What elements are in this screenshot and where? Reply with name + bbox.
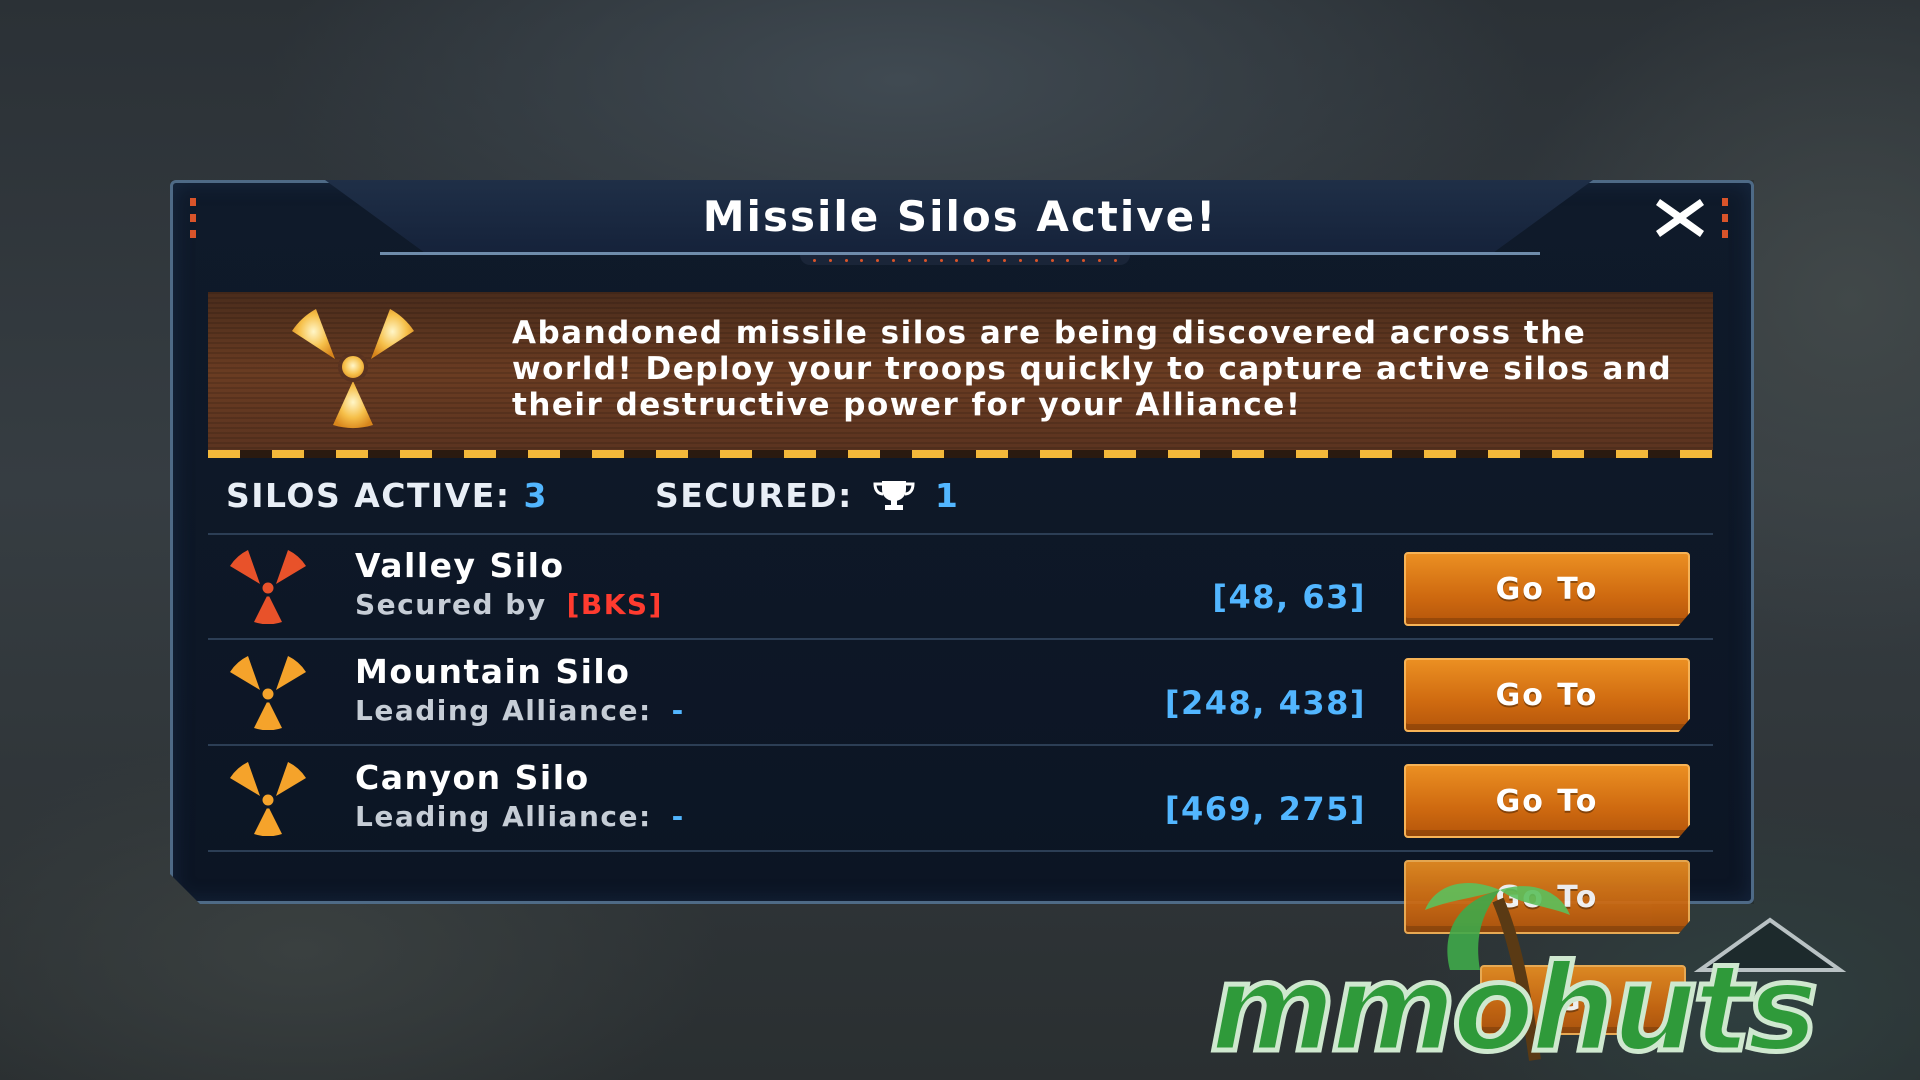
radiation-icon <box>230 762 306 836</box>
close-x-icon <box>1656 199 1704 237</box>
silo-status-label: Leading Alliance: <box>355 800 652 833</box>
hazard-stripe <box>208 450 1713 458</box>
silos-active-label: SILOS ACTIVE: <box>226 476 511 515</box>
close-button[interactable] <box>1650 190 1710 246</box>
title-dots <box>800 255 1130 265</box>
silos-active-value: 3 <box>523 476 548 515</box>
radiation-icon <box>230 656 306 730</box>
divider <box>208 533 1713 535</box>
silo-coordinates[interactable]: [469, 275] <box>1165 790 1366 828</box>
silo-name: Canyon Silo <box>355 758 590 797</box>
corner-dots-left <box>190 198 196 238</box>
banner-description: Abandoned missile silos are being discov… <box>512 315 1673 423</box>
silo-status-label: Secured by <box>355 588 547 621</box>
secured-stat: SECURED: 1 <box>655 476 959 515</box>
silo-status: Leading Alliance: - <box>355 694 685 727</box>
corner-dots-right <box>1722 198 1728 238</box>
silo-status-label: Leading Alliance: <box>355 694 652 727</box>
silo-leading-alliance: - <box>671 800 685 833</box>
svg-text:mmohuts: mmohuts <box>1210 940 1815 1079</box>
silo-coordinates[interactable]: [248, 438] <box>1165 684 1366 722</box>
mmohuts-logo: mmohuts <box>1208 882 1847 1080</box>
go-to-button[interactable]: Go To <box>1404 764 1690 838</box>
divider <box>208 744 1713 746</box>
silo-name: Valley Silo <box>355 546 565 585</box>
dialog-title: Missile Silos Active! <box>702 192 1218 241</box>
silo-status: Leading Alliance: - <box>355 800 685 833</box>
silos-active-stat: SILOS ACTIVE: 3 <box>226 476 548 515</box>
secured-label: SECURED: <box>655 476 853 515</box>
silo-owner: [BKS] <box>566 588 663 621</box>
divider <box>208 638 1713 640</box>
radiation-icon <box>292 309 414 429</box>
radiation-icon <box>230 550 306 624</box>
trophy-icon <box>873 481 915 510</box>
go-to-button[interactable]: Go To <box>1404 658 1690 732</box>
silo-leading-alliance: - <box>671 694 685 727</box>
secured-value: 1 <box>934 476 960 515</box>
silo-status: Secured by [BKS] <box>355 588 663 621</box>
divider <box>208 850 1713 852</box>
silo-coordinates[interactable]: [48, 63] <box>1212 578 1366 616</box>
go-to-button[interactable]: Go To <box>1404 552 1690 626</box>
silo-name: Mountain Silo <box>355 652 631 691</box>
